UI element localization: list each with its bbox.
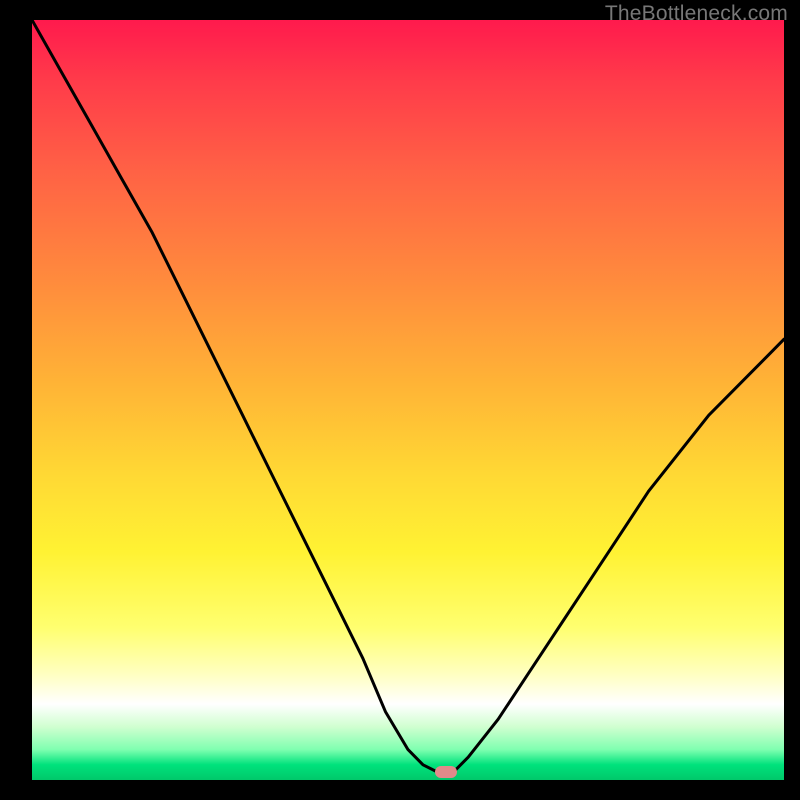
plot-area <box>32 20 784 780</box>
watermark-text: TheBottleneck.com <box>605 2 788 26</box>
optimal-point-marker <box>435 766 457 778</box>
bottleneck-curve <box>32 20 784 780</box>
chart-frame: TheBottleneck.com <box>0 0 800 800</box>
